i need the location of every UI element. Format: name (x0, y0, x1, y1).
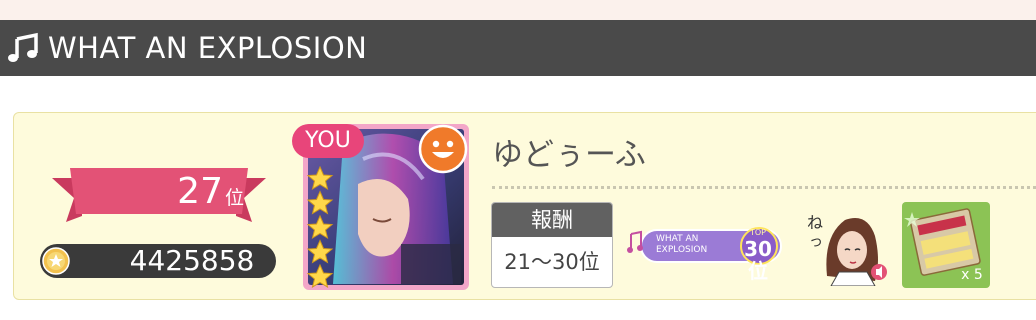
rank-unit: 位 (224, 187, 244, 209)
badge-title: WHAT AN EXPLOSION (656, 234, 734, 258)
card-rarity-stars (306, 166, 334, 288)
svg-text:っ: っ (809, 234, 823, 250)
smiley-attribute-icon (418, 124, 468, 174)
badge-rank: TOP 30位 (736, 228, 780, 282)
top-strip (0, 0, 1036, 20)
music-note-icon (8, 32, 38, 62)
rank-number: 27 (177, 171, 223, 212)
reward-box: 報酬 21～30位 (491, 202, 613, 288)
badge-title-line2: EXPLOSION (656, 245, 708, 255)
dotted-divider (492, 186, 1036, 189)
coin-icon (42, 247, 70, 275)
badge-rank-value: 30位 (744, 237, 772, 283)
score-pill: 4425858 (40, 244, 276, 278)
reward-rank-range: 21～30位 (504, 250, 600, 274)
ticket-count: x 5 (961, 267, 983, 283)
svg-text:ね: ね (807, 213, 823, 232)
badge-title-line1: WHAT AN (656, 234, 699, 244)
score-value: 4425858 (129, 244, 255, 277)
reward-header: 報酬 (492, 203, 612, 237)
song-header-bar: WHAT AN EXPLOSION (0, 20, 1036, 76)
rank-position: 27 位 (96, 168, 244, 212)
player-name: ゆどぅーふ (492, 137, 646, 173)
song-title: WHAT AN EXPLOSION (48, 31, 368, 65)
you-badge: YOU (292, 124, 364, 158)
character-stamp-icon[interactable]: ね っ (805, 206, 889, 286)
